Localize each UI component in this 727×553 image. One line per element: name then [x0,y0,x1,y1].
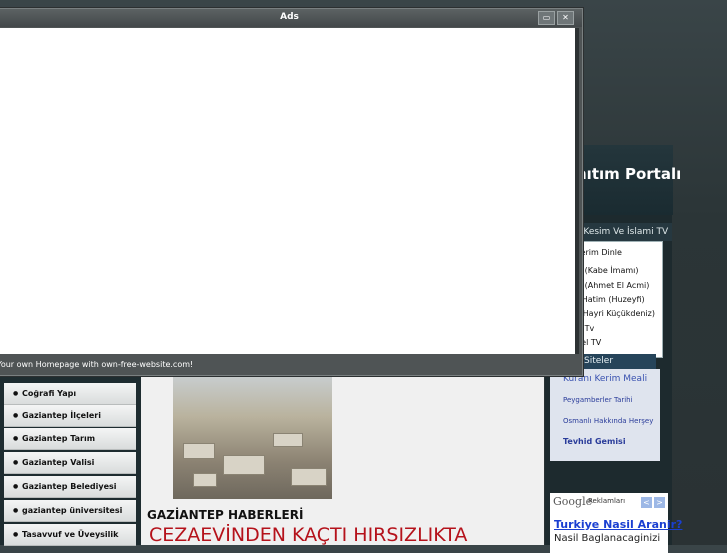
tv-item[interactable]: n (Kabe İmamı) [577,266,638,275]
nav-item-tasavvuf[interactable]: ● Tasavvuf ve Üveysilik [4,524,136,546]
bullet-icon: ● [13,390,19,397]
photo-detail [291,468,327,486]
nav-item-belediyesi[interactable]: ● Gaziantep Belediyesi [4,476,136,498]
bullet-icon: ● [13,435,19,442]
photo-detail [273,433,303,447]
nav-item-label: Gaziantep İlçeleri [22,411,101,420]
news-section-heading: GAZİANTEP HABERLERİ [147,508,304,522]
photo-detail [183,443,215,459]
window-title: Ads [280,12,299,22]
site-link-peygamberler[interactable]: Peygamberler Tarihi [563,396,633,404]
ads-window[interactable]: Ads ▭ ✕ Your own Homepage with own-free-… [0,8,583,376]
tv-item[interactable]: ( Hayri Küçükdeniz) [577,309,655,318]
window-footer: Your own Homepage with own-free-website.… [0,357,582,373]
bullet-icon: ● [13,531,19,538]
photo-detail [193,473,217,487]
next-arrow-icon[interactable]: > [654,497,665,508]
site-link-osmanli[interactable]: Osmanlı Hakkında Herşey [563,417,653,425]
prev-arrow-icon[interactable]: < [641,497,652,508]
nav-item-label: Gaziantep Belediyesi [22,482,117,491]
nav-item-cografi-yapi[interactable]: ● Coğrafi Yapı [4,383,136,405]
bullet-icon: ● [13,412,19,419]
google-logo: Google [553,495,593,508]
ruins-photo [173,373,332,499]
main-content: GAZİANTEP HABERLERİ CEZAEVİNDEN KAÇTI HI… [141,373,544,546]
bullet-icon: ● [13,483,19,490]
tv-item[interactable]: n (Ahmet El Acmi) [577,281,649,290]
nav-item-tarim[interactable]: ● Gaziantep Tarım [4,428,136,450]
nav-item-label: gaziantep üniversitesi [22,506,123,515]
news-headline-link[interactable]: CEZAEVİNDEN KAÇTI HIRSIZLIKTA [149,524,467,546]
homepage-promo-link[interactable]: Your own Homepage with own-free-website.… [0,360,193,369]
bullet-icon: ● [13,459,19,466]
nav-item-label: Coğrafi Yapı [22,389,77,398]
nav-item-universitesi[interactable]: ● gaziantep üniversitesi [4,500,136,522]
nav-item-label: Gaziantep Tarım [22,434,96,443]
nav-item-label: Gaziantep Valisi [22,458,95,467]
window-titlebar[interactable]: Ads ▭ ✕ [0,9,582,27]
siteler-list: Kuranı Kerim Meali Peygamberler Tarihi O… [550,369,660,461]
google-ads-box: Google Reklamları < > Turkiye Nasil Aran… [550,493,682,553]
google-ad-text: Nasil Baglanacaginizi [554,533,661,544]
close-icon[interactable]: ✕ [557,11,574,25]
left-navigation: ● Coğrafi Yapı ● Gaziantep İlçeleri ● Ga… [0,375,141,546]
nav-item-ilceler[interactable]: ● Gaziantep İlçeleri [4,405,136,427]
portal-title: nıtım Portalı [576,165,682,183]
window-scrollbar[interactable] [575,28,579,354]
site-link-tevhid[interactable]: Tevhid Gemisi [563,437,626,446]
google-ads-label: Reklamları [588,497,626,505]
tv-item[interactable]: i Hatim (Huzeyfi) [577,295,645,304]
bullet-icon: ● [13,507,19,514]
nav-item-label: Tasavvuf ve Üveysilik [22,530,119,539]
nav-item-valisi[interactable]: ● Gaziantep Valisi [4,452,136,474]
ads-content-area[interactable] [0,28,577,354]
google-ad-title-link[interactable]: Turkiye Nasil Aranir? [554,518,682,531]
photo-detail [223,455,265,475]
restore-icon[interactable]: ▭ [538,11,555,25]
